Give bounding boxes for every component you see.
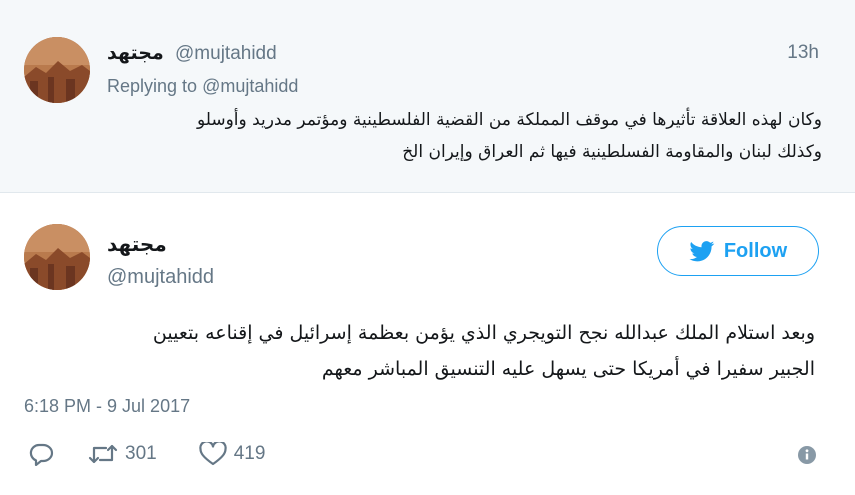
replying-to-link[interactable]: @mujtahidd — [202, 76, 298, 96]
reply-icon — [28, 442, 54, 466]
tweet-actions: 301 419 — [28, 439, 265, 469]
tweet-text-line: وكذلك لبنان والمقاومة الفسلطينية فيها ثم… — [402, 142, 822, 162]
like-button[interactable]: 419 — [199, 442, 266, 466]
replying-to-label: Replying to — [107, 76, 198, 96]
main-tweet: مجتهد @mujtahidd Follow وبعد استلام المل… — [0, 194, 855, 495]
retweet-button[interactable]: 301 — [88, 442, 157, 466]
tweet-text: وبعد استلام الملك عبدالله نجح التويجري ا… — [55, 315, 815, 387]
reply-tweet[interactable]: مجتهد @mujtahidd 13h Replying to @mujtah… — [0, 0, 855, 193]
info-icon[interactable] — [797, 445, 817, 465]
retweet-count: 301 — [125, 443, 157, 464]
tweet-text-line: الجبير سفيرا في أمريكا حتى يسهل عليه الت… — [321, 358, 815, 380]
reply-button[interactable] — [28, 442, 54, 466]
follow-button[interactable]: Follow — [657, 226, 819, 276]
follow-label: Follow — [723, 239, 788, 262]
avatar[interactable] — [24, 37, 90, 103]
display-name[interactable]: مجتهد — [107, 232, 167, 256]
twitter-bird-icon — [689, 240, 715, 262]
like-count: 419 — [233, 443, 266, 464]
replying-to: Replying to @mujtahidd — [107, 76, 298, 97]
tweet-text: وكان لهذه العلاقة تأثيرها في موقف المملك… — [102, 104, 822, 168]
reply-tweet-header: مجتهد @mujtahidd — [107, 42, 277, 65]
retweet-icon — [88, 442, 118, 466]
user-handle[interactable]: @mujtahidd — [175, 43, 277, 64]
display-name[interactable]: مجتهد — [107, 43, 164, 64]
tweet-timestamp[interactable]: 13h — [787, 42, 819, 64]
heart-icon — [199, 442, 227, 466]
tweet-date[interactable]: 6:18 PM - 9 Jul 2017 — [24, 396, 190, 417]
avatar[interactable] — [24, 224, 90, 290]
tweet-text-line: وبعد استلام الملك عبدالله نجح التويجري ا… — [152, 322, 815, 344]
user-handle[interactable]: @mujtahidd — [107, 266, 214, 289]
tweet-text-line: وكان لهذه العلاقة تأثيرها في موقف المملك… — [196, 110, 822, 130]
